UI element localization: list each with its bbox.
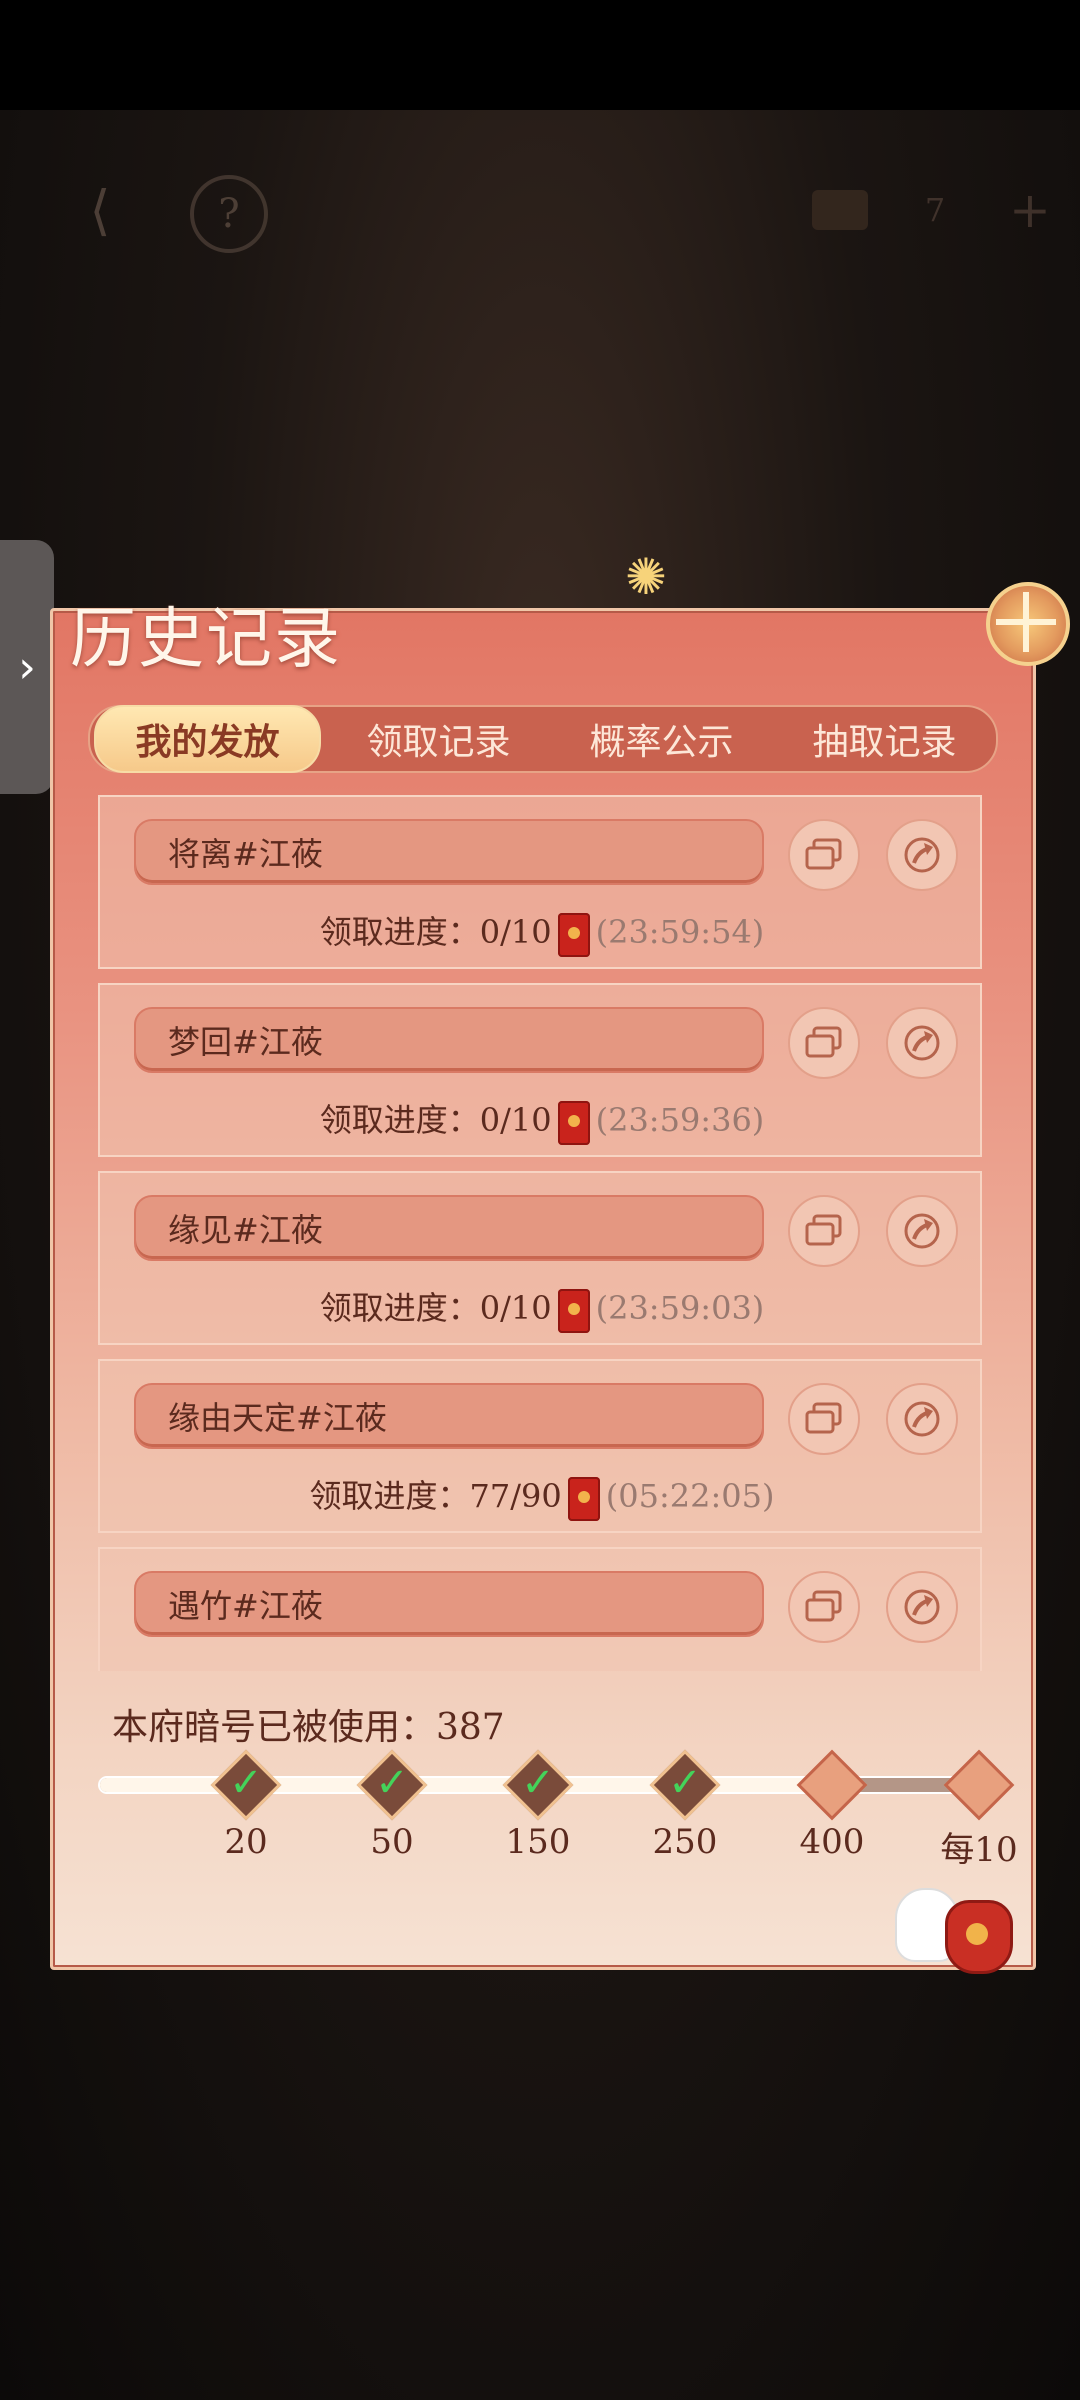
firework-icon: ✺ <box>625 548 667 606</box>
share-icon <box>904 837 940 873</box>
copy-icon <box>805 1026 842 1058</box>
progress-text: 领取进度：0/10 <box>319 913 552 951</box>
remaining-time: (23:59:36) <box>595 1101 765 1139</box>
list-item: 缘见#江莜 领取进度：0/10 (23:59:03) <box>98 1171 982 1345</box>
tab-claim-records[interactable]: 领取记录 <box>327 707 550 771</box>
list-item: 将离#江莜 领取进度：0/10 (23:59:54) <box>98 795 982 969</box>
check-icon: ✓ <box>521 1760 555 1806</box>
copy-icon <box>805 838 842 870</box>
progress-text: 领取进度：0/10 <box>319 1289 552 1327</box>
list-item: 梦回#江莜 领取进度：0/10 (23:59:36) <box>98 983 982 1157</box>
back-arrow-icon: ⟨ <box>89 178 111 242</box>
back-button[interactable]: ⟨ <box>60 170 140 250</box>
record-name: 梦回#江莜 <box>134 1007 764 1073</box>
help-button[interactable]: ? <box>190 175 268 253</box>
milestone-label: 150 <box>505 1822 571 1862</box>
share-button[interactable] <box>886 1383 958 1455</box>
progress-text: 领取进度：0/10 <box>319 1101 552 1139</box>
progress-text: 领取进度：77/90 <box>309 1477 562 1515</box>
record-name: 将离#江莜 <box>134 819 764 885</box>
claim-progress: 领取进度：0/10 (23:59:54) <box>100 907 982 957</box>
share-button[interactable] <box>886 1007 958 1079</box>
corner-ornament-icon <box>986 582 1070 666</box>
milestone-label: 250 <box>652 1822 718 1862</box>
share-button[interactable] <box>886 819 958 891</box>
claim-progress: 领取进度：0/10 (23:59:36) <box>100 1095 982 1145</box>
share-icon <box>904 1213 940 1249</box>
red-packet-icon <box>567 1476 600 1521</box>
copy-icon <box>805 1214 842 1246</box>
milestone-label: 400 <box>799 1822 865 1862</box>
copy-icon <box>805 1590 842 1622</box>
tab-bar: 我的发放 领取记录 概率公示 抽取记录 <box>88 705 998 773</box>
tab-probability[interactable]: 概率公示 <box>550 707 773 771</box>
milestone-label: 50 <box>370 1822 414 1862</box>
share-button[interactable] <box>886 1195 958 1267</box>
lucky-bag-icon[interactable] <box>945 1900 1013 1974</box>
currency-count: 7 <box>924 191 946 229</box>
share-icon <box>904 1025 940 1061</box>
remaining-time: (05:22:05) <box>605 1477 775 1515</box>
list-item: 遇竹#江莜 <box>98 1547 982 1671</box>
question-icon: ? <box>218 191 240 237</box>
remaining-time: (23:59:03) <box>595 1289 765 1327</box>
red-packet-icon <box>557 912 590 957</box>
chevron-right-icon: › <box>18 641 36 693</box>
side-expand-tab[interactable]: › <box>0 540 54 794</box>
record-name: 缘见#江莜 <box>134 1195 764 1261</box>
remaining-time: (23:59:54) <box>595 913 765 951</box>
copy-button[interactable] <box>788 1195 860 1267</box>
claim-progress: 领取进度：77/90 (05:22:05) <box>100 1471 982 1521</box>
list-item: 缘由天定#江莜 领取进度：77/90 (05:22:05) <box>98 1359 982 1533</box>
tab-my-issued[interactable]: 我的发放 <box>94 705 321 773</box>
record-list[interactable]: 将离#江莜 领取进度：0/10 (23:59:54) 梦回#江莜 领取进度：0/1… <box>98 795 982 1671</box>
copy-button[interactable] <box>788 1571 860 1643</box>
copy-button[interactable] <box>788 819 860 891</box>
share-button[interactable] <box>886 1571 958 1643</box>
milestone-label: 每10 <box>940 1830 1018 1870</box>
red-packet-icon <box>557 1288 590 1333</box>
copy-button[interactable] <box>788 1007 860 1079</box>
tab-draw-records[interactable]: 抽取记录 <box>773 707 996 771</box>
record-name: 遇竹#江莜 <box>134 1571 764 1637</box>
check-icon: ✓ <box>668 1760 702 1806</box>
code-usage-text: 本府暗号已被使用：387 <box>112 1707 505 1748</box>
share-icon <box>904 1589 940 1625</box>
claim-progress: 领取进度：0/10 (23:59:03) <box>100 1283 982 1333</box>
milestone-label: 20 <box>224 1822 268 1862</box>
check-icon: ✓ <box>375 1760 409 1806</box>
panel-title: 历史记录 <box>70 600 342 677</box>
chest-icon <box>805 170 875 250</box>
check-icon: ✓ <box>229 1760 263 1806</box>
red-packet-icon <box>557 1100 590 1145</box>
top-status-bar <box>0 0 1080 110</box>
copy-icon <box>805 1402 842 1434</box>
record-name: 缘由天定#江莜 <box>134 1383 764 1449</box>
share-icon <box>904 1401 940 1437</box>
copy-button[interactable] <box>788 1383 860 1455</box>
add-currency-button[interactable]: + <box>1000 170 1060 250</box>
